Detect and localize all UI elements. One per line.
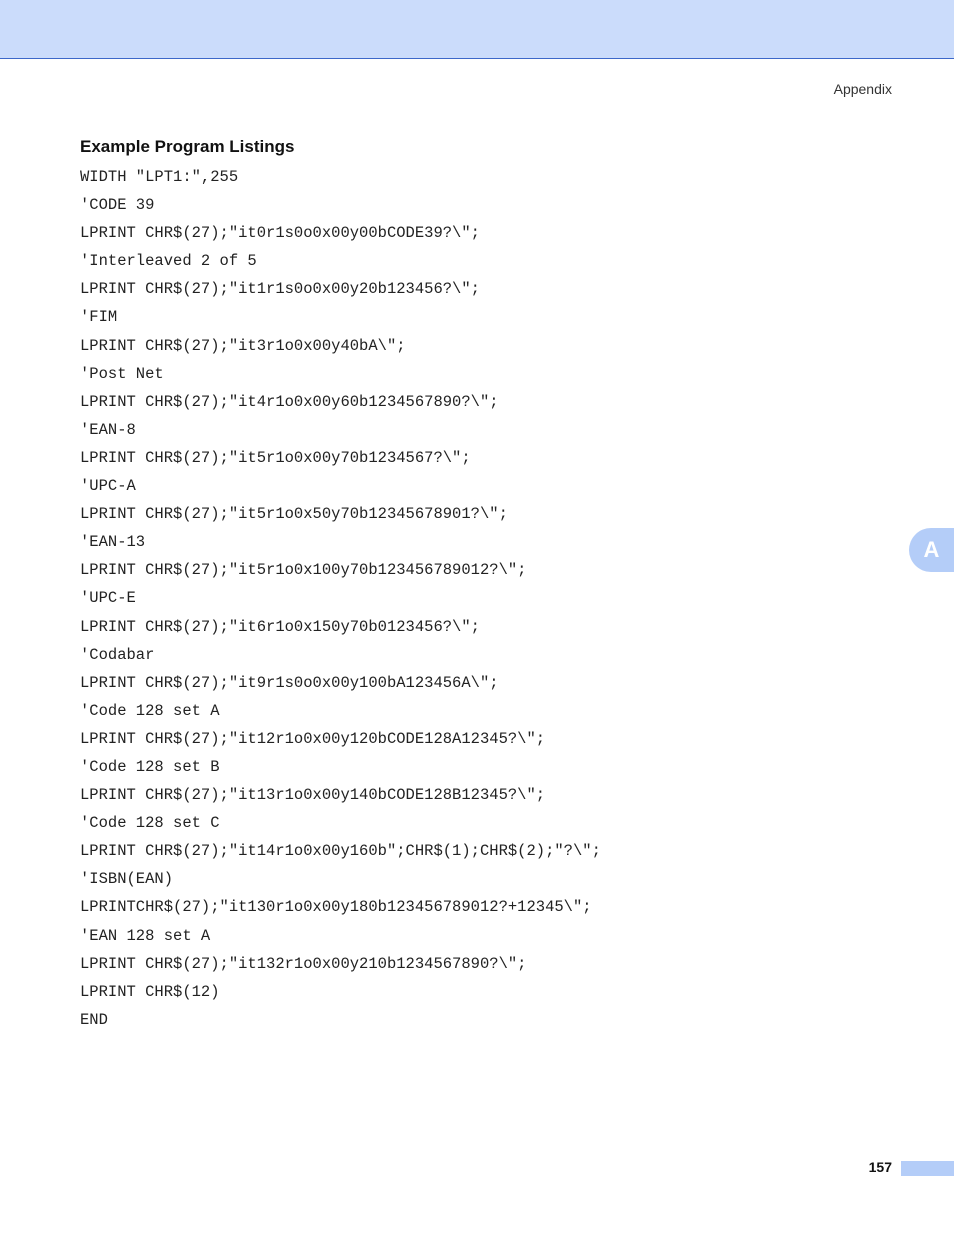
code-line: 'Post Net <box>80 364 164 383</box>
code-line: 'Code 128 set B <box>80 757 220 776</box>
code-listing: WIDTH "LPT1:",255 'CODE 39 LPRINT CHR$(27)… <box>80 163 601 1034</box>
code-line: 'FIM <box>80 308 118 327</box>
code-line: 'UPC-A <box>80 477 136 496</box>
code-line: LPRINT CHR$(27);"it14r1o0x00y160b";CHR$(… <box>80 842 601 861</box>
code-line: 'EAN-8 <box>80 420 136 439</box>
code-line: 'Code 128 set C <box>80 814 220 833</box>
code-line: LPRINT CHR$(27);"it0r1s0o0x00y00bCODE39?… <box>80 224 480 243</box>
code-line: LPRINT CHR$(27);"it5r1o0x00y70b1234567?\… <box>80 448 471 467</box>
code-line: LPRINT CHR$(27);"it9r1s0o0x00y100bA12345… <box>80 673 499 692</box>
code-line: LPRINT CHR$(27);"it5r1o0x100y70b12345678… <box>80 561 527 580</box>
page-heading: Example Program Listings <box>80 137 295 156</box>
section-label: Appendix <box>833 81 892 97</box>
code-line: LPRINT CHR$(27);"it1r1s0o0x00y20b123456?… <box>80 280 480 299</box>
header-band <box>0 0 954 59</box>
code-line: 'CODE 39 <box>80 196 155 215</box>
code-line: 'Interleaved 2 of 5 <box>80 252 257 271</box>
code-line: 'Code 128 set A <box>80 701 220 720</box>
code-line: 'ISBN(EAN) <box>80 870 174 889</box>
code-line: END <box>80 1010 108 1029</box>
code-line: LPRINT CHR$(27);"it13r1o0x00y140bCODE128… <box>80 786 546 805</box>
code-line: LPRINT CHR$(27);"it12r1o0x00y120bCODE128… <box>80 729 546 748</box>
code-line: WIDTH "LPT1:",255 <box>80 168 239 186</box>
code-line: 'EAN 128 set A <box>80 926 211 945</box>
code-line: 'EAN-13 <box>80 533 146 552</box>
code-line: LPRINT CHR$(12) <box>80 982 220 1001</box>
footer-bar <box>901 1161 954 1176</box>
appendix-tab: A <box>909 528 954 572</box>
code-line: 'UPC-E <box>80 589 136 608</box>
page-number: 157 <box>868 1159 892 1175</box>
code-line: LPRINT CHR$(27);"it3r1o0x00y40bA\"; <box>80 336 406 355</box>
code-line: LPRINT CHR$(27);"it5r1o0x50y70b123456789… <box>80 505 508 524</box>
code-line: LPRINT CHR$(27);"it4r1o0x00y60b123456789… <box>80 392 499 411</box>
code-line: 'Codabar <box>80 645 155 664</box>
code-line: LPRINT CHR$(27);"it132r1o0x00y210b123456… <box>80 954 527 973</box>
code-line: LPRINTCHR$(27);"it130r1o0x00y180b1234567… <box>80 898 592 917</box>
appendix-tab-letter: A <box>923 537 940 562</box>
code-line: LPRINT CHR$(27);"it6r1o0x150y70b0123456?… <box>80 617 480 636</box>
